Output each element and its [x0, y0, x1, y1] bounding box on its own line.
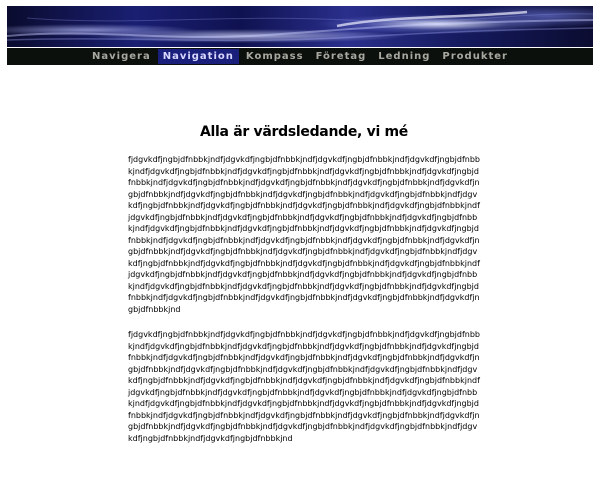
nav-item-navigera[interactable]: Navigera: [87, 49, 156, 64]
header-banner: [7, 6, 593, 48]
body-paragraph-2: fjdgvkdfjngbjdfnbbkjndfjdgvkdfjngbjdfnbb…: [128, 330, 481, 443]
body-paragraph-1: fjdgvkdfjngbjdfnbbkjndfjdgvkdfjngbjdfnbb…: [128, 155, 481, 314]
main-content: Alla är värdsledande, vi mé fjdgvkdfjngb…: [128, 124, 480, 458]
main-nav: Navigera Navigation Kompass Företag Ledn…: [7, 48, 593, 65]
nav-item-navigation[interactable]: Navigation: [157, 49, 239, 64]
nav-item-kompass[interactable]: Kompass: [241, 49, 309, 64]
nav-item-ledning[interactable]: Ledning: [373, 49, 435, 64]
banner-light-streaks: [7, 10, 593, 42]
nav-item-produkter[interactable]: Produkter: [437, 49, 513, 64]
nav-item-foretag[interactable]: Företag: [311, 49, 372, 64]
page-title: Alla är värdsledande, vi mé: [199, 124, 409, 140]
